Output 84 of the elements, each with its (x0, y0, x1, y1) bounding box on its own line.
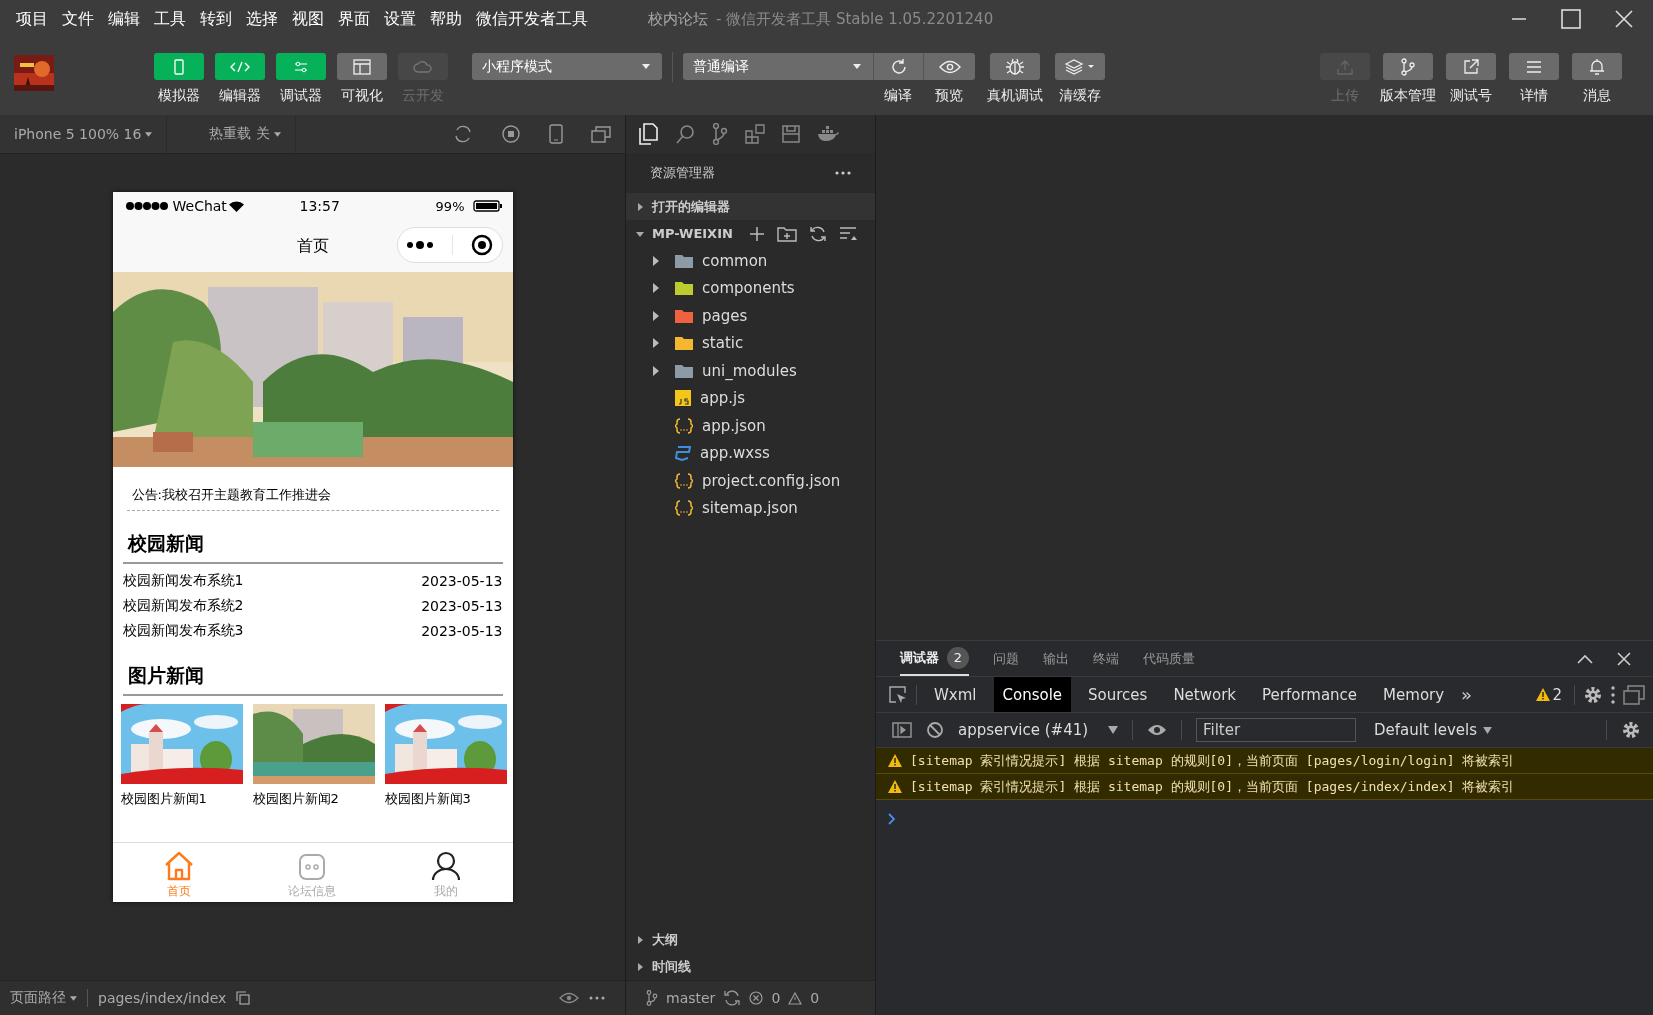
clock-time: 13:57 (299, 198, 341, 214)
warning-count[interactable]: 2 (1552, 685, 1562, 704)
news-title[interactable]: 校园新闻发布系统1 (122, 571, 244, 590)
gallery-caption[interactable]: 校园图片新闻1 (120, 790, 243, 808)
mode-dropdown[interactable]: 小程序模式 (472, 53, 662, 80)
window-title: 校内论坛 (648, 9, 708, 29)
news-title[interactable]: 校园新闻发布系统2 (122, 596, 244, 615)
menu-item[interactable]: 编辑 (108, 8, 140, 30)
toolbar-label: 详情 (1520, 87, 1548, 105)
gallery-caption[interactable]: 校园图片新闻2 (252, 790, 375, 808)
toolbar-label: 测试号 (1450, 87, 1492, 105)
levels-dropdown[interactable]: Default levels (1374, 721, 1493, 739)
tree-item[interactable]: project.config.json (626, 467, 875, 495)
compile-mode-dropdown[interactable]: 普通编译 (683, 53, 873, 80)
tree-item[interactable]: common (626, 247, 875, 275)
warning-count: 0 (810, 990, 820, 1006)
panel-tab[interactable]: Console (993, 677, 1072, 712)
menu-item[interactable]: 设置 (384, 8, 416, 30)
devtools-tab[interactable]: 终端 (1093, 641, 1119, 676)
toolbar-label: 真机调试 (987, 87, 1043, 105)
battery-percent: 99% (435, 198, 465, 214)
section-header[interactable]: 大纲 (626, 926, 875, 953)
count-badge: 2 (947, 646, 969, 669)
devtools-tab[interactable]: 调试器 2 (900, 641, 969, 676)
menu-item[interactable]: 转到 (200, 8, 232, 30)
context-dropdown[interactable]: appservice (#41) (958, 721, 1118, 739)
tree-item[interactable]: sitemap.json (626, 494, 875, 522)
notice-text[interactable]: 公告:我校召开主题教育工作推进会 (131, 487, 331, 502)
toolbar-label: 编辑器 (218, 87, 261, 105)
section-header[interactable]: 打开的编辑器 (626, 193, 875, 220)
page-path: pages/index/index (98, 990, 227, 1006)
news-date: 2023-05-13 (421, 622, 503, 639)
filter-field[interactable]: Filter (1196, 718, 1356, 742)
menu-item[interactable]: 项目 (16, 8, 48, 30)
branch-name[interactable]: master (666, 990, 716, 1006)
news-title[interactable]: 校园新闻发布系统3 (122, 621, 244, 640)
device-dropdown[interactable]: iPhone 5 100% 16 (0, 126, 153, 142)
console-message: [sitemap 索引情况提示] 根据 sitemap 的规则[0]，当前页面 [pages/index/index] 将被索引 (876, 774, 1653, 800)
devtools-tab[interactable]: 代码质量 (1143, 641, 1195, 676)
toolbar-label: 清缓存 (1059, 87, 1101, 105)
section-title: 图片新闻 (127, 664, 204, 686)
toolbar-label: 可视化 (340, 87, 383, 105)
news-date: 2023-05-13 (421, 572, 503, 589)
news-date: 2023-05-13 (421, 597, 503, 614)
carrier-name: WeChat (172, 198, 227, 214)
panel-tab[interactable]: Wxml (925, 677, 986, 712)
explorer-title: 资源管理器 (650, 164, 715, 182)
tree-item[interactable]: uni_modules (626, 357, 875, 385)
panel-tab[interactable]: Network (1164, 677, 1246, 712)
section-title: 校园新闻 (127, 532, 204, 554)
panel-tab[interactable]: Memory (1374, 677, 1454, 712)
menu-item[interactable]: 帮助 (430, 8, 462, 30)
menu-item[interactable]: 文件 (62, 8, 94, 30)
menu-item[interactable]: 选择 (246, 8, 278, 30)
devtools-tab[interactable]: 问题 (993, 641, 1019, 676)
page-path-dropdown[interactable]: 页面路径 (10, 989, 77, 1007)
section-header[interactable]: 时间线 (626, 953, 875, 980)
menu-item[interactable]: 视图 (292, 8, 324, 30)
toolbar-label: 编译 (884, 87, 912, 105)
window-subtitle: - 微信开发者工具 Stable 1.05.2201240 (716, 9, 994, 29)
menu-item[interactable]: 微信开发者工具 (476, 8, 588, 30)
tree-item[interactable]: pages (626, 302, 875, 330)
hot-reload-dropdown[interactable]: 热重载 关 (195, 125, 281, 143)
tree-item[interactable]: app.json (626, 412, 875, 440)
error-count: 0 (771, 990, 781, 1006)
toolbar-label: 消息 (1583, 87, 1611, 105)
tree-item[interactable]: static (626, 329, 875, 357)
toolbar-label: 预览 (935, 87, 963, 105)
tree-item[interactable]: app.wxss (626, 439, 875, 467)
panel-tab[interactable]: Performance (1253, 677, 1367, 712)
console-message: [sitemap 索引情况提示] 根据 sitemap 的规则[0]，当前页面 [pages/login/login] 将被索引 (876, 748, 1653, 774)
menu-item[interactable]: 界面 (338, 8, 370, 30)
menu-item[interactable]: 工具 (154, 8, 186, 30)
page-title: 首页 (296, 235, 329, 257)
tree-item[interactable]: app.js (626, 384, 875, 412)
project-header[interactable]: MP-WEIXIN (636, 226, 733, 241)
toolbar-label: 调试器 (279, 87, 322, 105)
more-tabs-button[interactable]: » (1461, 684, 1473, 705)
gallery-caption[interactable]: 校园图片新闻3 (384, 790, 507, 808)
panel-tab[interactable]: Sources (1079, 677, 1157, 712)
toolbar-label: 模拟器 (157, 87, 200, 105)
toolbar-label: 版本管理 (1380, 87, 1436, 105)
tree-item[interactable]: components (626, 274, 875, 302)
devtools-tab[interactable]: 输出 (1043, 641, 1069, 676)
